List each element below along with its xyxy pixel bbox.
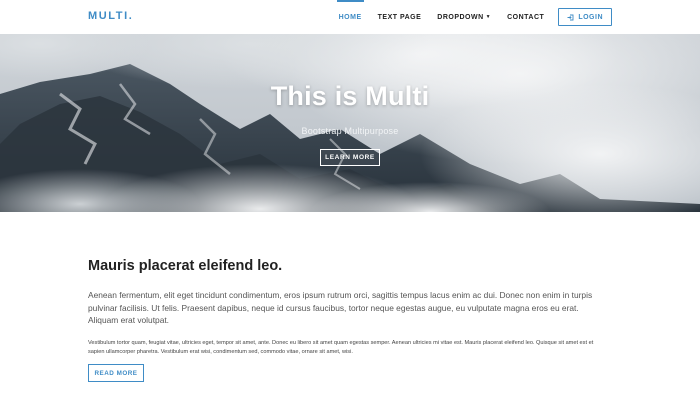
read-more-button[interactable]: READ MORE <box>88 364 144 382</box>
hero-subtitle: Bootstrap Multipurpose <box>301 126 399 136</box>
lead-paragraph: Aenean fermentum, elit eget tincidunt co… <box>88 290 593 325</box>
nav-item-dropdown[interactable]: DROPDOWN ▼ <box>429 0 499 34</box>
content-section: Mauris placerat eleifend leo. Aenean fer… <box>88 258 608 382</box>
nav-item-text-page[interactable]: TEXT PAGE <box>370 0 430 34</box>
nav-links: HOME TEXT PAGE DROPDOWN ▼ CONTACT LOGIN <box>331 0 612 34</box>
brand-logo[interactable]: MULTI. <box>88 10 133 22</box>
caret-down-icon: ▼ <box>485 13 492 20</box>
nav-item-contact[interactable]: CONTACT <box>499 0 552 34</box>
hero-mountain-image <box>0 34 700 212</box>
login-icon <box>567 14 574 21</box>
login-label: LOGIN <box>578 13 603 21</box>
learn-more-button[interactable]: LEARN MORE <box>320 149 380 166</box>
navbar: MULTI. HOME TEXT PAGE DROPDOWN ▼ CONTACT… <box>0 0 700 34</box>
login-button[interactable]: LOGIN <box>558 8 612 26</box>
small-paragraph: Vestibulum tortor quam, feugiat vitae, u… <box>88 340 594 355</box>
hero-banner: This is Multi Bootstrap Multipurpose LEA… <box>0 34 700 212</box>
hero-title: This is Multi <box>270 81 430 111</box>
nav-item-dropdown-label: DROPDOWN <box>437 13 484 21</box>
nav-item-home[interactable]: HOME <box>331 0 370 34</box>
section-heading: Mauris placerat eleifend leo. <box>88 258 283 274</box>
